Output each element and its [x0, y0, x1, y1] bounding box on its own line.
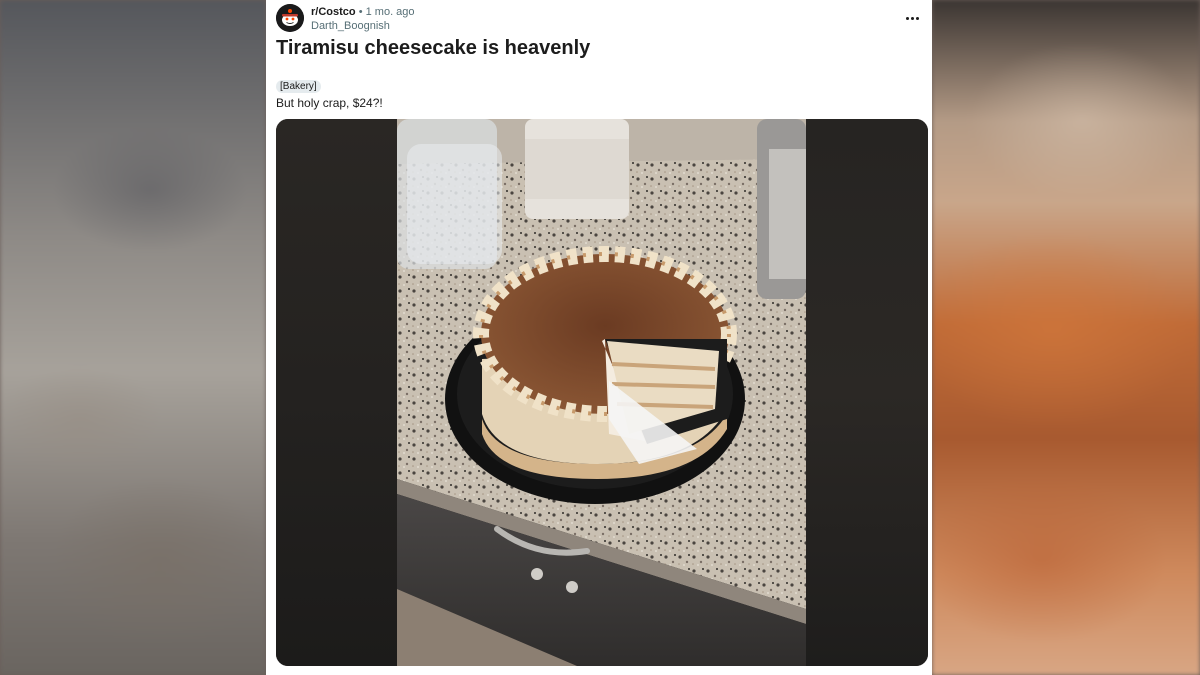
cheesecake-photo [397, 119, 806, 666]
post-time: 1 mo. ago [365, 6, 415, 18]
post-header: r/Costco • 1 mo. ago Darth_Boognish [276, 4, 922, 34]
image-blur-fill-left [276, 119, 397, 666]
blurred-background-right [932, 0, 1200, 675]
username-link[interactable]: Darth_Boognish [311, 19, 415, 33]
more-options-icon[interactable] [902, 10, 922, 26]
meta-separator: • [358, 6, 363, 18]
image-blur-fill-right [806, 119, 928, 666]
post-card: r/Costco • 1 mo. ago Darth_Boognish Tira… [266, 0, 932, 675]
blurred-background-left [0, 0, 266, 675]
snoo-avatar-icon[interactable] [276, 4, 304, 32]
post-flair[interactable]: [Bakery] [276, 80, 321, 93]
post-body: But holy crap, $24?! [276, 96, 383, 110]
post-image[interactable] [276, 119, 928, 666]
subreddit-link[interactable]: r/Costco [311, 6, 356, 18]
post-title[interactable]: Tiramisu cheesecake is heavenly [276, 37, 590, 60]
post-meta: r/Costco • 1 mo. ago Darth_Boognish [311, 5, 415, 33]
